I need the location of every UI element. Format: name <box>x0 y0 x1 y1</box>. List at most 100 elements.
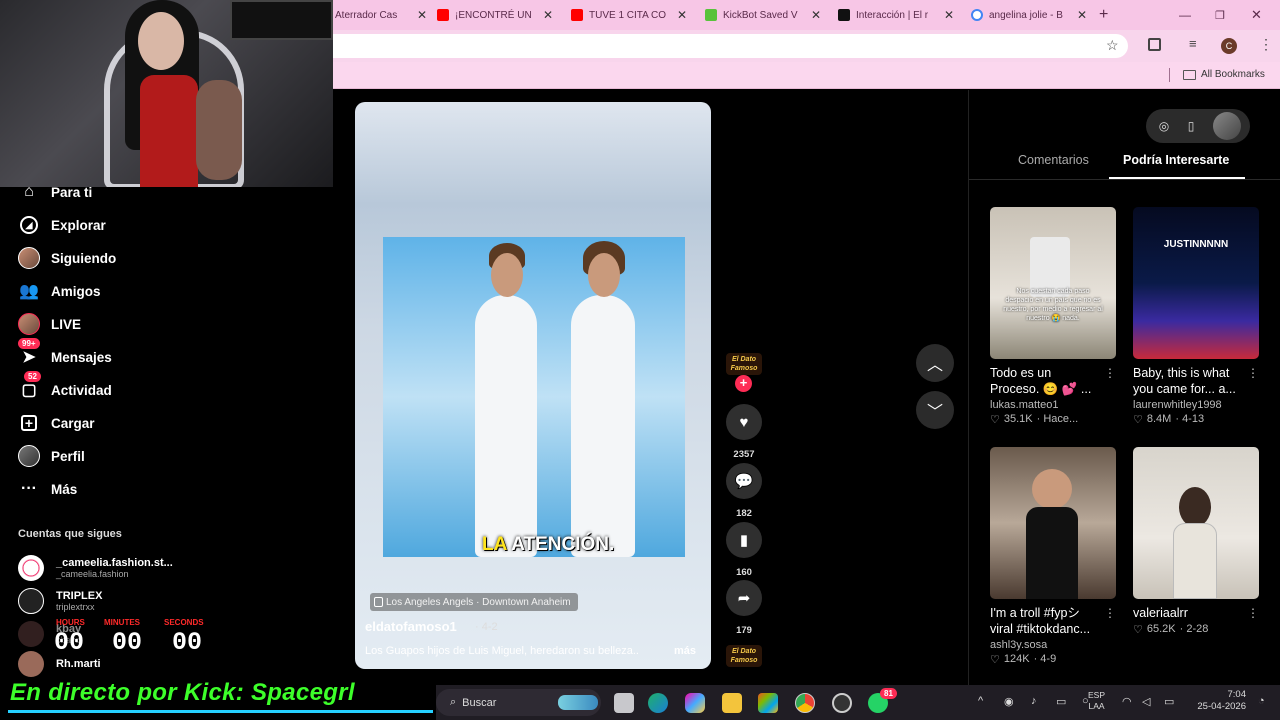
volume-icon[interactable]: ◁ <box>1142 695 1150 708</box>
card-date: · Hace... <box>1036 413 1079 425</box>
menu-icon[interactable]: ⋮ <box>1259 36 1273 53</box>
more-options-icon[interactable]: ⋮ <box>1104 365 1116 381</box>
browser-tab[interactable]: angelina jolie - B ✕ <box>971 4 1087 26</box>
tab-comentarios[interactable]: Comentarios <box>1018 153 1089 167</box>
browser-tab[interactable]: TUVE 1 CITA CO ✕ <box>571 4 687 26</box>
card-title-text: Baby, this is what you came for... a... <box>1133 366 1236 396</box>
more-link[interactable]: más <box>674 645 696 657</box>
tray-window-icon[interactable]: ▭ <box>1056 695 1066 708</box>
user-avatar[interactable] <box>1213 112 1241 140</box>
phone-icon[interactable]: ▯ <box>1181 116 1201 136</box>
card-author[interactable]: lukas.matteo1 <box>990 399 1116 411</box>
card-author[interactable]: ashl3y.sosa <box>990 639 1116 651</box>
star-icon[interactable]: ☆ <box>1106 37 1119 54</box>
bookmark-icon[interactable]: ▮ <box>726 522 762 558</box>
messages-badge: 99+ <box>18 338 40 349</box>
profile-avatar[interactable]: C <box>1221 38 1237 54</box>
close-tab-icon[interactable]: ✕ <box>811 8 821 22</box>
close-tab-icon[interactable]: ✕ <box>417 8 427 22</box>
new-tab-button[interactable]: + <box>1099 4 1115 26</box>
sidebar-item-mensajes[interactable]: ➤ Mensajes 99+ <box>18 338 112 372</box>
close-window-button[interactable]: ✕ <box>1251 4 1265 26</box>
heart-icon[interactable]: ♥ <box>726 404 762 440</box>
store-icon[interactable] <box>758 693 778 713</box>
suggested-video-card[interactable]: Nos cuestan cada paso despacio en un paí… <box>990 207 1116 426</box>
home-icon: ⌂ <box>24 183 34 200</box>
card-title: I'm a troll #fypシ viral #tiktokdanc... ⋮ <box>990 605 1116 638</box>
seconds-value: 00 <box>172 628 203 657</box>
taskbar-search[interactable]: ⌕ Buscar <box>436 689 601 716</box>
close-tab-icon[interactable]: ✕ <box>1077 8 1087 22</box>
close-tab-icon[interactable]: ✕ <box>944 8 954 22</box>
suggested-video-card[interactable]: JUSTINNNNN Baby, this is what you came f… <box>1133 207 1259 426</box>
extensions-icon[interactable] <box>1148 38 1161 51</box>
person-left <box>475 295 537 557</box>
save-action: ▮ 160 <box>726 522 762 578</box>
sidebar-item-siguiendo[interactable]: Siguiendo <box>18 243 116 273</box>
close-tab-icon[interactable]: ✕ <box>677 8 687 22</box>
location-tag[interactable]: Los Angeles Angels · Downtown Anaheim <box>370 593 578 611</box>
gauge-icon[interactable]: ◎ <box>1154 116 1174 136</box>
chrome-icon[interactable] <box>795 693 815 713</box>
tab-title: Aterrador Cas <box>335 9 398 21</box>
wifi-icon[interactable]: ◠ <box>1122 695 1132 708</box>
browser-tab[interactable]: KickBot Saved V ✕ <box>705 4 821 26</box>
browser-tab[interactable]: Interacción | El r ✕ <box>838 4 954 26</box>
notification-icon[interactable]: ◔ <box>1258 695 1265 707</box>
video-player[interactable]: LA ATENCIÓN. Los Angeles Angels · Downto… <box>355 102 711 669</box>
tab-podria-interesarte[interactable]: Podría Interesarte <box>1123 153 1229 167</box>
browser-tab[interactable]: ¡ENCONTRÉ UN ✕ <box>437 4 553 26</box>
next-video-button[interactable]: ﹀ <box>916 391 954 429</box>
video-thumbnail[interactable]: JUSTINNNNN <box>1133 207 1259 359</box>
microphone-icon[interactable]: ♪ <box>1031 695 1037 707</box>
battery-icon[interactable]: ▭ <box>1164 695 1174 708</box>
edge-icon[interactable] <box>648 693 668 713</box>
language-indicator[interactable]: ESP LAA <box>1088 690 1105 712</box>
minutes-label: MINUTES <box>104 618 140 627</box>
browser-tab[interactable]: Aterrador Cas ✕ <box>335 4 427 26</box>
video-thumbnail[interactable] <box>1133 447 1259 599</box>
minimize-button[interactable]: — <box>1179 4 1193 26</box>
video-thumbnail[interactable] <box>990 447 1116 599</box>
suggested-video-card[interactable]: valeriaalrr ⋮ ♡ 65.2K · 2-28 <box>1133 447 1259 636</box>
following-account[interactable]: TRIPLEX triplextrxx <box>18 586 102 616</box>
more-options-icon[interactable]: ⋮ <box>1104 605 1116 621</box>
clock[interactable]: 7:04 25-04-2026 <box>1188 689 1246 713</box>
url-input[interactable] <box>333 34 1128 58</box>
sidebar-item-amigos[interactable]: 👥 Amigos <box>18 276 100 306</box>
music-disc[interactable]: El Dato Famoso <box>726 645 762 667</box>
copilot-icon[interactable] <box>685 693 705 713</box>
caption-highlight: LA <box>482 534 507 555</box>
following-account[interactable]: _cameelia.fashion.st... _cameelia.fashio… <box>18 553 173 583</box>
suggested-video-card[interactable]: I'm a troll #fypシ viral #tiktokdanc... ⋮ … <box>990 447 1116 666</box>
close-tab-icon[interactable]: ✕ <box>543 8 553 22</box>
sidebar-item-actividad[interactable]: ▢ Actividad 52 <box>18 371 112 405</box>
all-bookmarks-link[interactable]: All Bookmarks <box>1201 69 1265 80</box>
previous-video-button[interactable]: ︿ <box>916 344 954 382</box>
tray-app-icon[interactable]: ◉ <box>1004 695 1014 708</box>
share-icon[interactable]: ➦ <box>726 580 762 616</box>
sidebar-item-explorar[interactable]: ◢ Explorar <box>18 210 106 240</box>
sidebar-item-perfil[interactable]: Perfil <box>18 441 85 471</box>
video-date: · 4-2 <box>475 621 498 633</box>
media-control-icon[interactable]: ≡ <box>1189 36 1197 51</box>
sidebar-item-live[interactable]: LIVE <box>18 309 81 339</box>
video-thumbnail[interactable]: Nos cuestan cada paso despacio en un paí… <box>990 207 1116 359</box>
clock-date: 25-04-2026 <box>1197 701 1246 712</box>
follow-button[interactable]: + <box>735 375 752 392</box>
more-options-icon[interactable]: ⋮ <box>1247 365 1259 381</box>
video-author[interactable]: eldatofamoso1 <box>365 619 457 634</box>
file-explorer-icon[interactable] <box>614 693 634 713</box>
restore-button[interactable]: ❐ <box>1215 4 1229 26</box>
creator-avatar[interactable]: El Dato Famoso <box>726 353 762 375</box>
comment-icon[interactable]: 💬 <box>726 463 762 499</box>
more-options-icon[interactable]: ⋮ <box>1247 605 1259 621</box>
sidebar-item-cargar[interactable]: + Cargar <box>18 408 95 438</box>
sidebar-item-para-ti[interactable]: ⌂ Para ti <box>18 177 92 207</box>
sidebar-item-mas[interactable]: ··· Más <box>18 474 77 504</box>
card-author[interactable]: laurenwhitley1998 <box>1133 399 1259 411</box>
chevron-up-icon[interactable]: ^ <box>978 695 983 707</box>
sidebar-item-label: Explorar <box>51 217 106 233</box>
obs-icon[interactable] <box>832 693 852 713</box>
folder-icon[interactable] <box>722 693 742 713</box>
